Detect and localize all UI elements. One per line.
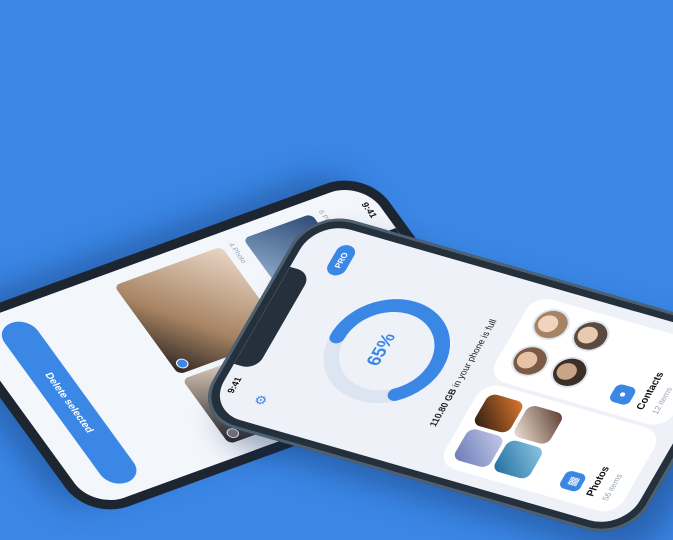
status-time: 9:41	[224, 375, 244, 395]
scene: 9:41 Similar 6 Photos 4 Photo Delete sel…	[0, 0, 673, 540]
gear-icon[interactable]: ⚙	[251, 393, 273, 408]
contact-icon: ●	[607, 383, 638, 407]
avatar	[544, 352, 596, 392]
status-time: 9:41	[359, 200, 380, 220]
image-icon: ▦	[557, 469, 588, 493]
avatar	[525, 305, 577, 345]
delete-selected-button[interactable]: Delete selected	[0, 316, 144, 489]
pro-badge[interactable]: PRO	[323, 243, 359, 278]
avatar	[565, 316, 617, 356]
select-checkbox[interactable]	[173, 357, 191, 370]
avatar	[504, 341, 556, 381]
